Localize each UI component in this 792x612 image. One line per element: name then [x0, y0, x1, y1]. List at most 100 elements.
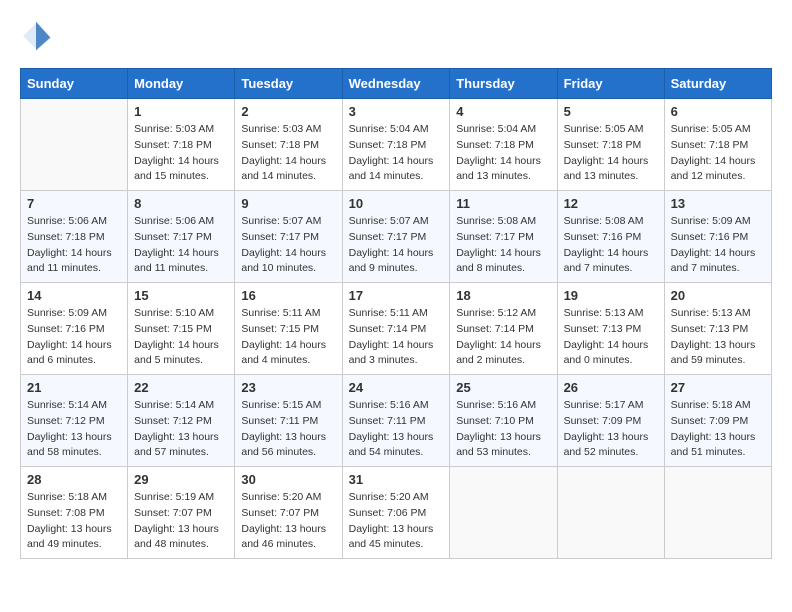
cell-info: Sunrise: 5:17 AMSunset: 7:09 PMDaylight:… [564, 398, 658, 461]
day-number: 1 [134, 104, 228, 119]
calendar-cell: 21 Sunrise: 5:14 AMSunset: 7:12 PMDayligh… [21, 375, 128, 467]
calendar-week-row: 7 Sunrise: 5:06 AMSunset: 7:18 PMDaylight… [21, 191, 772, 283]
day-number: 9 [241, 196, 335, 211]
calendar-week-row: 28Sunrise: 5:18 AMSunset: 7:08 PMDayligh… [21, 467, 772, 559]
calendar-cell [557, 467, 664, 559]
day-number: 19 [564, 288, 658, 303]
cell-info: Sunrise: 5:04 AMSunset: 7:18 PMDaylight:… [349, 122, 444, 185]
calendar-cell: 13Sunrise: 5:09 AMSunset: 7:16 PMDayligh… [664, 191, 771, 283]
logo-icon [20, 20, 52, 52]
calendar-cell: 30 Sunrise: 5:20 AMSunset: 7:07 PMDayligh… [235, 467, 342, 559]
calendar-cell: 24 Sunrise: 5:16 AMSunset: 7:11 PMDayligh… [342, 375, 450, 467]
cell-info: Sunrise: 5:07 AMSunset: 7:17 PMDaylight:… [349, 214, 444, 277]
cell-info: Sunrise: 5:19 AMSunset: 7:07 PMDaylight:… [134, 490, 228, 553]
day-number: 6 [671, 104, 765, 119]
calendar-cell: 10 Sunrise: 5:07 AMSunset: 7:17 PMDayligh… [342, 191, 450, 283]
day-number: 26 [564, 380, 658, 395]
cell-info: Sunrise: 5:10 AMSunset: 7:15 PMDaylight:… [134, 306, 228, 369]
cell-info: Sunrise: 5:06 AMSunset: 7:17 PMDaylight:… [134, 214, 228, 277]
cell-info: Sunrise: 5:11 AMSunset: 7:14 PMDaylight:… [349, 306, 444, 369]
calendar-cell: 20 Sunrise: 5:13 AMSunset: 7:13 PMDayligh… [664, 283, 771, 375]
cell-info: Sunrise: 5:20 AMSunset: 7:07 PMDaylight:… [241, 490, 335, 553]
day-number: 24 [349, 380, 444, 395]
day-number: 21 [27, 380, 121, 395]
column-header-thursday: Thursday [450, 69, 557, 99]
column-header-tuesday: Tuesday [235, 69, 342, 99]
day-number: 25 [456, 380, 550, 395]
calendar-cell: 15 Sunrise: 5:10 AMSunset: 7:15 PMDayligh… [128, 283, 235, 375]
day-number: 20 [671, 288, 765, 303]
day-number: 8 [134, 196, 228, 211]
day-number: 30 [241, 472, 335, 487]
cell-info: Sunrise: 5:13 AMSunset: 7:13 PMDaylight:… [671, 306, 765, 369]
calendar-cell: 12 Sunrise: 5:08 AMSunset: 7:16 PMDayligh… [557, 191, 664, 283]
calendar-cell [664, 467, 771, 559]
day-number: 11 [456, 196, 550, 211]
day-number: 3 [349, 104, 444, 119]
calendar-table: SundayMondayTuesdayWednesdayThursdayFrid… [20, 68, 772, 559]
cell-info: Sunrise: 5:06 AMSunset: 7:18 PMDaylight:… [27, 214, 121, 277]
calendar-cell: 3 Sunrise: 5:04 AMSunset: 7:18 PMDaylight… [342, 99, 450, 191]
calendar-cell: 18Sunrise: 5:12 AMSunset: 7:14 PMDayligh… [450, 283, 557, 375]
calendar-cell: 11 Sunrise: 5:08 AMSunset: 7:17 PMDayligh… [450, 191, 557, 283]
calendar-cell: 8 Sunrise: 5:06 AMSunset: 7:17 PMDaylight… [128, 191, 235, 283]
calendar-cell: 26 Sunrise: 5:17 AMSunset: 7:09 PMDayligh… [557, 375, 664, 467]
calendar-cell: 5 Sunrise: 5:05 AMSunset: 7:18 PMDaylight… [557, 99, 664, 191]
day-number: 17 [349, 288, 444, 303]
cell-info: Sunrise: 5:09 AMSunset: 7:16 PMDaylight:… [671, 214, 765, 277]
column-header-friday: Friday [557, 69, 664, 99]
calendar-header-row: SundayMondayTuesdayWednesdayThursdayFrid… [21, 69, 772, 99]
calendar-cell: 25 Sunrise: 5:16 AMSunset: 7:10 PMDayligh… [450, 375, 557, 467]
cell-info: Sunrise: 5:18 AMSunset: 7:09 PMDaylight:… [671, 398, 765, 461]
cell-info: Sunrise: 5:08 AMSunset: 7:17 PMDaylight:… [456, 214, 550, 277]
cell-info: Sunrise: 5:05 AMSunset: 7:18 PMDaylight:… [564, 122, 658, 185]
calendar-week-row: 1 Sunrise: 5:03 AMSunset: 7:18 PMDaylight… [21, 99, 772, 191]
cell-info: Sunrise: 5:20 AMSunset: 7:06 PMDaylight:… [349, 490, 444, 553]
cell-info: Sunrise: 5:11 AMSunset: 7:15 PMDaylight:… [241, 306, 335, 369]
calendar-cell: 4 Sunrise: 5:04 AMSunset: 7:18 PMDaylight… [450, 99, 557, 191]
calendar-cell: 14Sunrise: 5:09 AMSunset: 7:16 PMDayligh… [21, 283, 128, 375]
cell-info: Sunrise: 5:16 AMSunset: 7:11 PMDaylight:… [349, 398, 444, 461]
cell-info: Sunrise: 5:16 AMSunset: 7:10 PMDaylight:… [456, 398, 550, 461]
cell-info: Sunrise: 5:03 AMSunset: 7:18 PMDaylight:… [241, 122, 335, 185]
calendar-cell: 22 Sunrise: 5:14 AMSunset: 7:12 PMDayligh… [128, 375, 235, 467]
calendar-cell: 27 Sunrise: 5:18 AMSunset: 7:09 PMDayligh… [664, 375, 771, 467]
calendar-cell [21, 99, 128, 191]
cell-info: Sunrise: 5:09 AMSunset: 7:16 PMDaylight:… [27, 306, 121, 369]
cell-info: Sunrise: 5:14 AMSunset: 7:12 PMDaylight:… [134, 398, 228, 461]
cell-info: Sunrise: 5:13 AMSunset: 7:13 PMDaylight:… [564, 306, 658, 369]
cell-info: Sunrise: 5:04 AMSunset: 7:18 PMDaylight:… [456, 122, 550, 185]
day-number: 27 [671, 380, 765, 395]
calendar-cell: 28Sunrise: 5:18 AMSunset: 7:08 PMDayligh… [21, 467, 128, 559]
calendar-cell: 2Sunrise: 5:03 AMSunset: 7:18 PMDaylight… [235, 99, 342, 191]
day-number: 5 [564, 104, 658, 119]
day-number: 15 [134, 288, 228, 303]
column-header-wednesday: Wednesday [342, 69, 450, 99]
calendar-cell: 9Sunrise: 5:07 AMSunset: 7:17 PMDaylight… [235, 191, 342, 283]
day-number: 12 [564, 196, 658, 211]
cell-info: Sunrise: 5:08 AMSunset: 7:16 PMDaylight:… [564, 214, 658, 277]
day-number: 4 [456, 104, 550, 119]
cell-info: Sunrise: 5:14 AMSunset: 7:12 PMDaylight:… [27, 398, 121, 461]
page-header [20, 20, 772, 52]
cell-info: Sunrise: 5:12 AMSunset: 7:14 PMDaylight:… [456, 306, 550, 369]
calendar-cell: 16Sunrise: 5:11 AMSunset: 7:15 PMDayligh… [235, 283, 342, 375]
day-number: 22 [134, 380, 228, 395]
calendar-cell: 6 Sunrise: 5:05 AMSunset: 7:18 PMDaylight… [664, 99, 771, 191]
calendar-week-row: 14Sunrise: 5:09 AMSunset: 7:16 PMDayligh… [21, 283, 772, 375]
calendar-cell: 17 Sunrise: 5:11 AMSunset: 7:14 PMDayligh… [342, 283, 450, 375]
day-number: 7 [27, 196, 121, 211]
day-number: 10 [349, 196, 444, 211]
cell-info: Sunrise: 5:03 AMSunset: 7:18 PMDaylight:… [134, 122, 228, 185]
calendar-cell: 19 Sunrise: 5:13 AMSunset: 7:13 PMDayligh… [557, 283, 664, 375]
day-number: 31 [349, 472, 444, 487]
calendar-week-row: 21 Sunrise: 5:14 AMSunset: 7:12 PMDayligh… [21, 375, 772, 467]
cell-info: Sunrise: 5:05 AMSunset: 7:18 PMDaylight:… [671, 122, 765, 185]
calendar-cell: 1 Sunrise: 5:03 AMSunset: 7:18 PMDaylight… [128, 99, 235, 191]
column-header-saturday: Saturday [664, 69, 771, 99]
day-number: 29 [134, 472, 228, 487]
column-header-monday: Monday [128, 69, 235, 99]
day-number: 28 [27, 472, 121, 487]
logo [20, 20, 56, 52]
calendar-cell: 31 Sunrise: 5:20 AMSunset: 7:06 PMDayligh… [342, 467, 450, 559]
